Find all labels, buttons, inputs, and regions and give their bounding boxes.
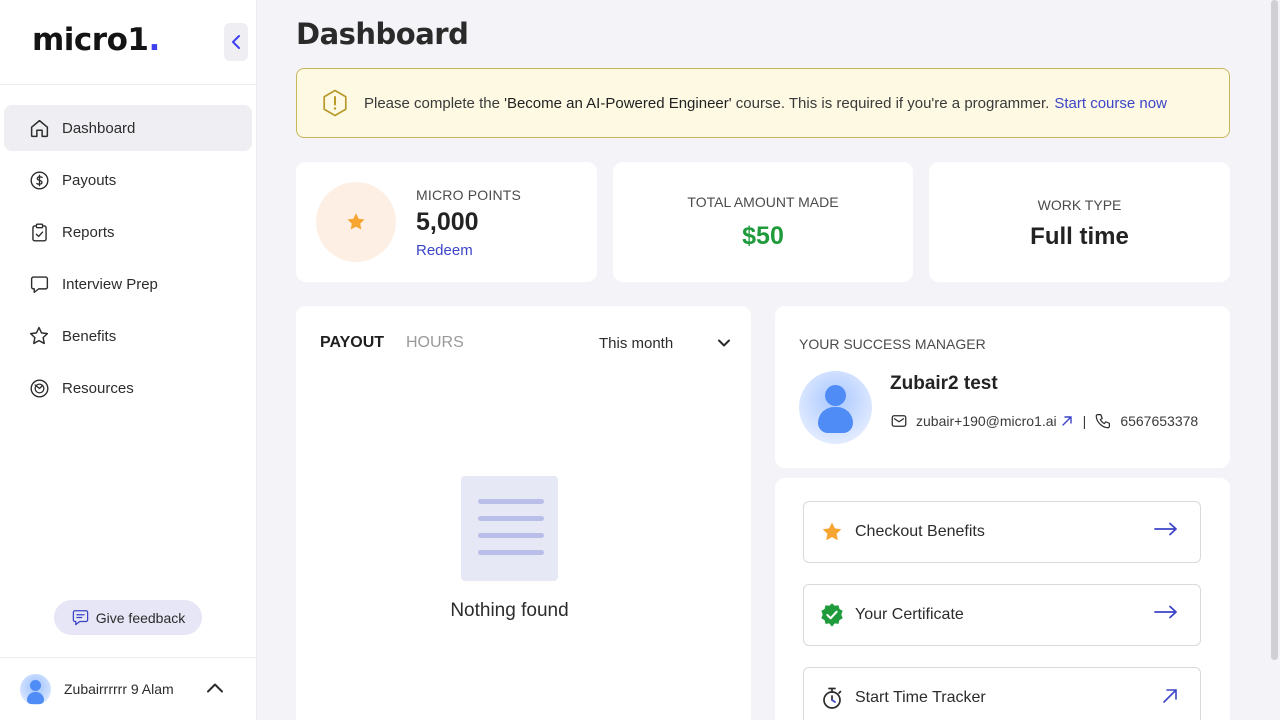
chevron-down-icon	[718, 339, 730, 347]
total-amount-card: TOTAL AMOUNT MADE $50	[613, 162, 913, 282]
divider	[0, 84, 256, 85]
mail-icon	[890, 412, 908, 430]
sidebar-item-dashboard[interactable]: Dashboard	[4, 105, 252, 151]
points-badge	[316, 182, 396, 262]
redeem-link[interactable]: Redeem	[416, 242, 473, 259]
amount-value: $50	[742, 222, 784, 250]
sidebar-item-label: Payouts	[62, 171, 117, 189]
sidebar-item-label: Benefits	[62, 327, 117, 345]
manager-name: Zubair2 test	[890, 373, 998, 394]
collapse-sidebar-button[interactable]	[224, 23, 248, 61]
points-label: MICRO POINTS	[416, 187, 522, 203]
chevron-up-icon[interactable]	[206, 681, 224, 699]
scrollbar[interactable]	[1271, 0, 1278, 660]
home-icon	[28, 117, 50, 139]
action-label: Your Certificate	[855, 606, 964, 623]
chevron-left-icon	[232, 35, 240, 49]
sidebar-item-benefits[interactable]: Benefits	[4, 313, 252, 359]
work-type-value: Full time	[1030, 223, 1129, 250]
success-manager-card: YOUR SUCCESS MANAGER Zubair2 test zubair…	[775, 306, 1230, 468]
sidebar-nav: Dashboard Payouts Reports Interview Prep…	[4, 105, 252, 417]
separator: |	[1082, 413, 1087, 429]
amount-label: TOTAL AMOUNT MADE	[687, 194, 839, 210]
alert-text: Please complete the 'Become an AI-Powere…	[364, 94, 1050, 112]
sidebar-item-payouts[interactable]: Payouts	[4, 157, 252, 203]
work-type-card: WORK TYPE Full time	[929, 162, 1230, 282]
period-select[interactable]: This month	[599, 332, 731, 354]
sidebar-item-label: Dashboard	[62, 119, 136, 137]
star-icon	[28, 325, 50, 347]
quick-actions-card: Checkout Benefits Your Certificate Start…	[775, 478, 1230, 720]
arrow-right-icon	[1154, 522, 1178, 536]
page-title: Dashboard	[296, 17, 469, 51]
manager-phone: 6567653378	[1120, 413, 1199, 429]
sidebar-item-label: Reports	[62, 223, 115, 241]
external-link-icon[interactable]	[1061, 415, 1073, 427]
clipboard-icon	[28, 221, 50, 243]
divider	[0, 657, 256, 658]
manager-contact: zubair+190@micro1.ai | 6567653378	[890, 412, 1198, 430]
empty-state-text: Nothing found	[450, 600, 569, 621]
give-feedback-button[interactable]: Give feedback	[54, 600, 202, 635]
user-menu[interactable]: Zubairrrrrr 9 Alam	[20, 673, 240, 705]
sidebar-item-label: Resources	[62, 379, 134, 397]
sidebar: micro1. Dashboard Payouts Reports Interv…	[0, 0, 257, 720]
arrow-right-icon	[1154, 605, 1178, 619]
star-icon	[819, 520, 845, 544]
external-link-icon	[1162, 688, 1178, 704]
course-alert-banner: Please complete the 'Become an AI-Powere…	[296, 68, 1230, 138]
feedback-label: Give feedback	[95, 609, 186, 626]
points-value: 5,000	[416, 208, 479, 236]
tab-hours[interactable]: HOURS	[406, 334, 464, 352]
sidebar-item-label: Interview Prep	[62, 275, 158, 293]
period-value: This month	[599, 334, 674, 352]
verified-badge-icon	[819, 601, 845, 629]
sidebar-item-reports[interactable]: Reports	[4, 209, 252, 255]
action-label: Checkout Benefits	[855, 523, 985, 540]
chat-icon	[28, 273, 50, 295]
logo[interactable]: micro1.	[32, 22, 160, 58]
manager-label: YOUR SUCCESS MANAGER	[799, 336, 986, 352]
avatar	[799, 371, 872, 444]
empty-state-illustration	[461, 476, 558, 581]
star-icon	[347, 213, 365, 230]
action-label: Start Time Tracker	[855, 689, 986, 706]
tab-payout[interactable]: PAYOUT	[320, 334, 384, 352]
warning-icon	[321, 89, 349, 117]
start-time-tracker-button[interactable]: Start Time Tracker	[803, 667, 1201, 720]
checkout-benefits-button[interactable]: Checkout Benefits	[803, 501, 1201, 563]
phone-icon	[1094, 412, 1112, 430]
user-name: Zubairrrrrr 9 Alam	[64, 681, 174, 697]
avatar	[20, 673, 51, 705]
course-name: 'Become an AI-Powered Engineer'	[504, 94, 732, 112]
payout-card: PAYOUT HOURS This month Nothing found	[296, 306, 751, 720]
sidebar-item-interview-prep[interactable]: Interview Prep	[4, 261, 252, 307]
sidebar-item-resources[interactable]: Resources	[4, 365, 252, 411]
start-course-link[interactable]: Start course now	[1054, 95, 1167, 112]
resources-icon	[28, 377, 50, 399]
work-type-label: WORK TYPE	[1037, 197, 1122, 213]
stopwatch-icon	[819, 686, 845, 710]
manager-email[interactable]: zubair+190@micro1.ai	[916, 413, 1057, 429]
your-certificate-button[interactable]: Your Certificate	[803, 584, 1201, 646]
feedback-icon	[71, 608, 90, 627]
dollar-icon	[28, 169, 50, 191]
micro-points-card: MICRO POINTS 5,000 Redeem	[296, 162, 597, 282]
